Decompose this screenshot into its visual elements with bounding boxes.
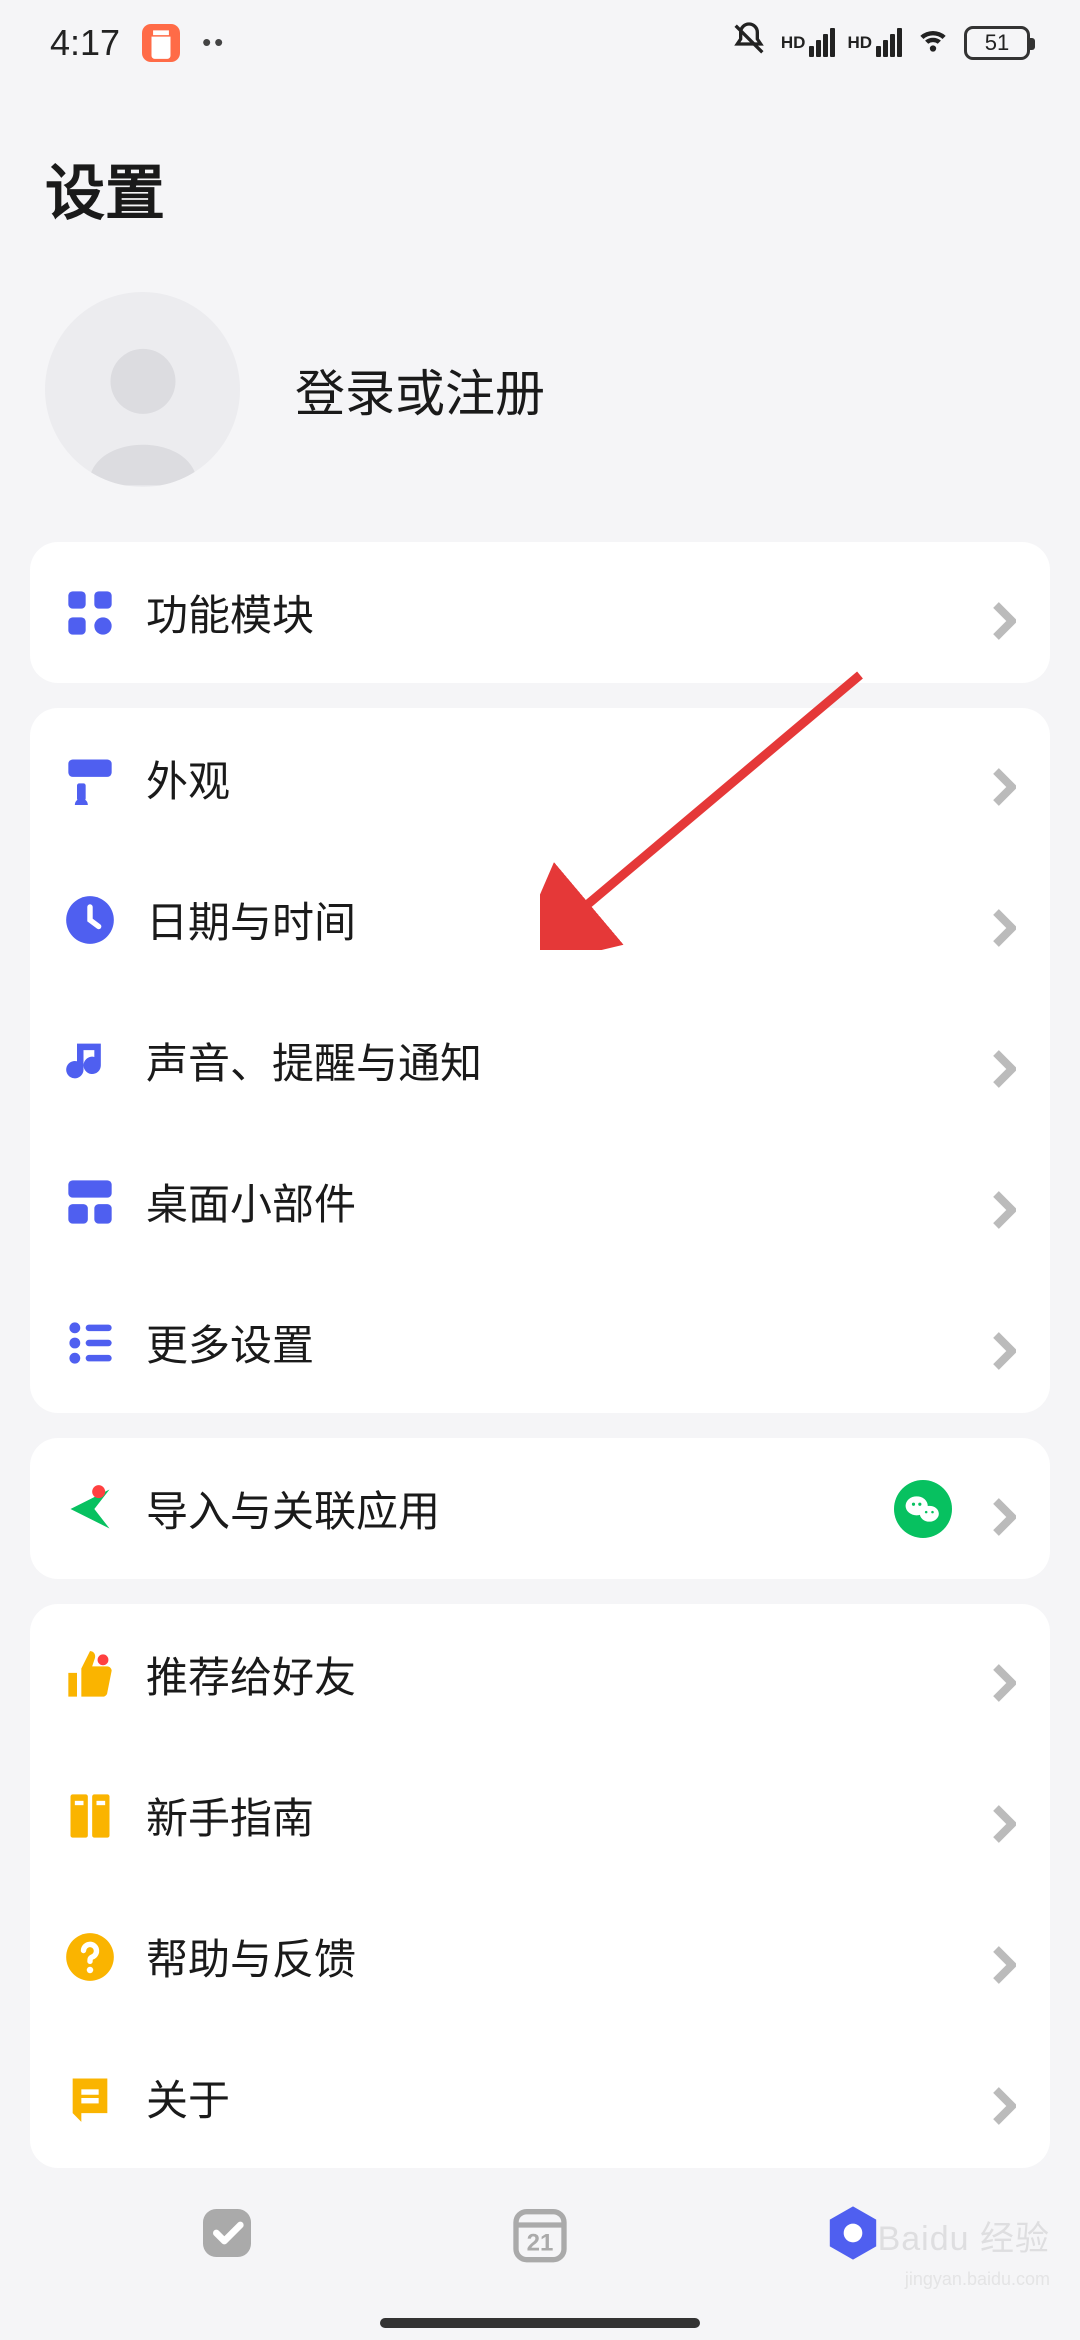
row-recommend[interactable]: 推荐给好友 [30,1604,1050,1745]
nav-calendar[interactable]: 21 [505,2198,575,2268]
row-about[interactable]: 关于 [30,2027,1050,2168]
chevron-right-icon [992,908,1016,932]
notification-app-icon [142,24,180,62]
guide-icon [64,1790,116,1842]
status-bar: 4:17 •• HD HD 51 [0,0,1080,85]
widget-icon [64,1176,116,1228]
row-sound-notification[interactable]: 声音、提醒与通知 [30,990,1050,1131]
chevron-right-icon [992,601,1016,625]
thumbs-up-icon [64,1649,116,1701]
row-appearance[interactable]: 外观 [30,708,1050,849]
more-notifications-icon: •• [202,27,226,58]
chevron-right-icon [992,1945,1016,1969]
row-more-settings[interactable]: 更多设置 [30,1272,1050,1413]
music-icon [64,1035,116,1087]
wechat-icon [894,1480,952,1538]
row-label: 桌面小部件 [146,1171,962,1232]
help-icon [64,1931,116,1983]
signal-1-icon: HD [781,28,836,57]
page-title: 设置 [0,85,1080,252]
settings-group-4: 推荐给好友 新手指南 帮助与反馈 关于 [30,1604,1050,2168]
nav-tasks[interactable] [192,2198,262,2268]
signal-2-icon: HD [847,28,902,57]
appearance-icon [64,753,116,805]
clock-icon [64,894,116,946]
chevron-right-icon [992,1663,1016,1687]
chevron-right-icon [992,1190,1016,1214]
chevron-right-icon [992,767,1016,791]
modules-icon [64,587,116,639]
mute-icon [729,19,769,67]
row-label: 外观 [146,748,962,809]
row-help-feedback[interactable]: 帮助与反馈 [30,1886,1050,2027]
row-modules[interactable]: 功能模块 [30,542,1050,683]
settings-group-3: 导入与关联应用 [30,1438,1050,1579]
chevron-right-icon [992,1497,1016,1521]
row-label: 新手指南 [146,1785,962,1846]
chevron-right-icon [992,1331,1016,1355]
row-label: 关于 [146,2067,962,2128]
row-label: 声音、提醒与通知 [146,1030,962,1091]
settings-group-1: 功能模块 [30,542,1050,683]
battery-icon: 51 [964,26,1030,60]
row-guide[interactable]: 新手指南 [30,1745,1050,1886]
watermark: Baidu 经验 [878,2211,1050,2260]
settings-group-2: 外观 日期与时间 声音、提醒与通知 桌面小部件 更多设置 [30,708,1050,1413]
status-right: HD HD 51 [729,19,1030,67]
watermark-sub: jingyan.baidu.com [905,2269,1050,2290]
row-label: 功能模块 [146,582,962,643]
import-icon [64,1483,116,1535]
svg-text:21: 21 [527,2229,554,2256]
chevron-right-icon [992,2086,1016,2110]
home-indicator[interactable] [380,2318,700,2328]
row-date-time[interactable]: 日期与时间 [30,849,1050,990]
row-label: 帮助与反馈 [146,1926,962,1987]
avatar-placeholder [45,292,240,487]
chevron-right-icon [992,1804,1016,1828]
login-register-label: 登录或注册 [295,354,545,426]
row-label: 日期与时间 [146,889,962,950]
row-import-link[interactable]: 导入与关联应用 [30,1438,1050,1579]
about-icon [64,2072,116,2124]
status-left: 4:17 •• [50,22,226,64]
status-time: 4:17 [50,22,120,64]
row-label: 推荐给好友 [146,1644,962,1705]
row-widgets[interactable]: 桌面小部件 [30,1131,1050,1272]
row-label: 更多设置 [146,1312,962,1373]
profile-section[interactable]: 登录或注册 [0,252,1080,542]
more-settings-icon [64,1317,116,1369]
row-label: 导入与关联应用 [146,1478,864,1539]
wifi-icon [914,20,952,66]
chevron-right-icon [992,1049,1016,1073]
